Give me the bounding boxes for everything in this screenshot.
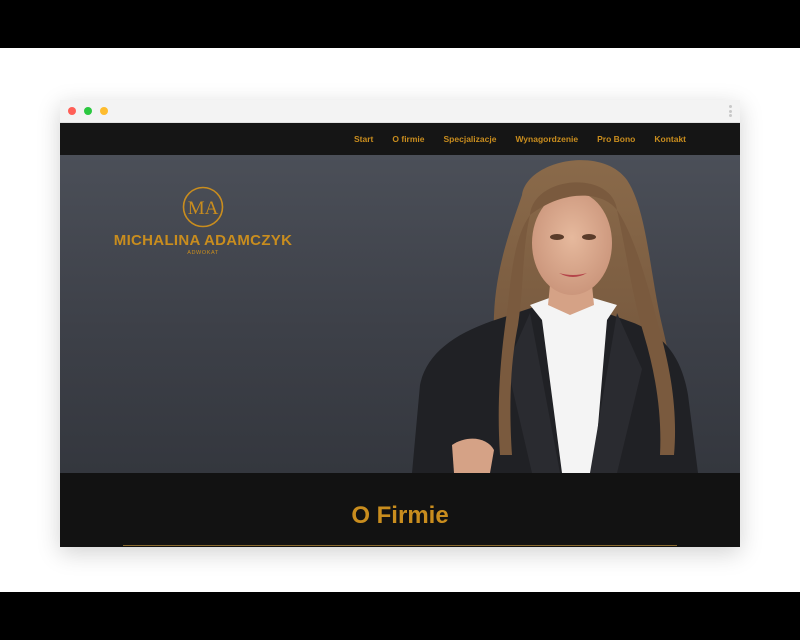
section-title: O Firmie <box>351 502 449 529</box>
about-section: O Firmie <box>60 473 740 547</box>
logo-subtitle: ADWOKAT <box>187 250 219 256</box>
site-header: Start O firmie Specjalizacje Wynagordzen… <box>60 123 740 155</box>
nav-item-specjalizacje[interactable]: Specjalizacje <box>444 134 497 144</box>
browser-menu-icon[interactable] <box>729 105 732 117</box>
browser-window: Start O firmie Specjalizacje Wynagordzen… <box>60 100 740 547</box>
monogram-letters: MA <box>188 198 219 219</box>
window-close-button[interactable] <box>68 107 76 115</box>
nav-item-kontakt[interactable]: Kontakt <box>654 134 686 144</box>
section-divider <box>123 545 677 546</box>
window-maximize-button[interactable] <box>84 107 92 115</box>
portrait-photo <box>412 160 698 473</box>
nav-item-pro-bono[interactable]: Pro Bono <box>597 134 635 144</box>
nav-item-o-firmie[interactable]: O firmie <box>392 134 424 144</box>
browser-chrome <box>60 100 740 123</box>
logo-name: MICHALINA ADAMCZYK <box>113 232 293 249</box>
main-navigation: Start O firmie Specjalizacje Wynagordzen… <box>354 123 686 155</box>
monogram-logo-icon: MA <box>182 186 224 228</box>
nav-item-start[interactable]: Start <box>354 134 373 144</box>
page-backdrop: Start O firmie Specjalizacje Wynagordzen… <box>0 48 800 592</box>
nav-item-wynagordzenie[interactable]: Wynagordzenie <box>515 134 578 144</box>
hero-banner: MA MICHALINA ADAMCZYK ADWOKAT <box>60 155 740 473</box>
site-logo[interactable]: MA MICHALINA ADAMCZYK ADWOKAT <box>108 185 298 256</box>
window-minimize-button[interactable] <box>100 107 108 115</box>
